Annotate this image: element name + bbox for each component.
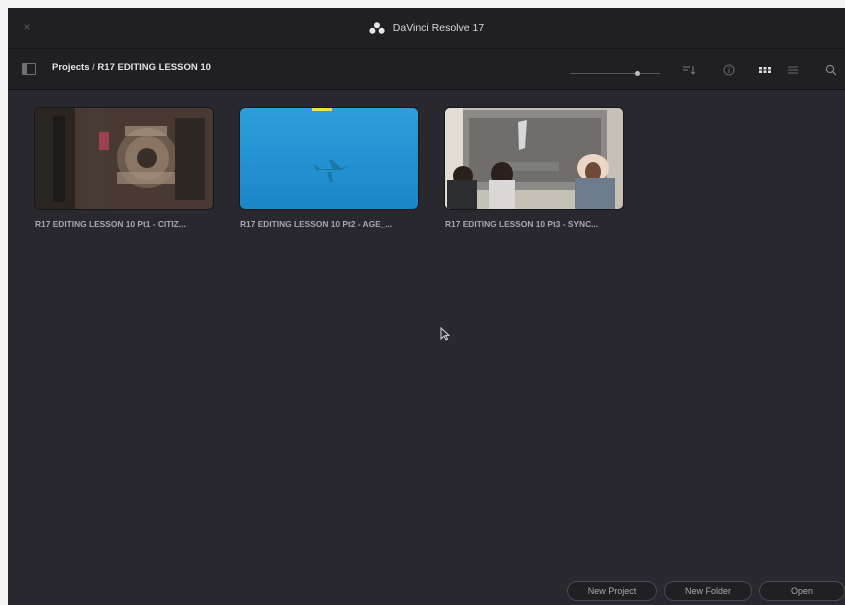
project-card[interactable]: R17 EDITING LESSON 10 Pt1 - CITIZ... (35, 108, 213, 229)
sort-icon[interactable] (682, 63, 696, 77)
thumbnail-zoom-slider[interactable] (570, 71, 660, 76)
grid-view-icon[interactable] (758, 63, 772, 77)
title-bar: × DaVinci Resolve 17 (8, 8, 845, 49)
resolve-logo-icon (369, 22, 385, 34)
toolbar: Projects / R17 EDITING LESSON 10 (8, 49, 845, 90)
info-icon[interactable] (722, 63, 736, 77)
window-title-area: DaVinci Resolve 17 (8, 8, 845, 48)
open-button[interactable]: Open (759, 581, 845, 601)
summit-thumbnail-image (445, 108, 623, 209)
project-thumbnail[interactable] (445, 108, 623, 209)
search-icon[interactable] (824, 63, 838, 77)
sky-plane-thumbnail-image (240, 108, 418, 209)
project-thumbnail[interactable] (240, 108, 418, 209)
window-title: DaVinci Resolve 17 (392, 22, 485, 34)
machinery-thumbnail-image (35, 108, 213, 209)
project-name: R17 EDITING LESSON 10 Pt3 - SYNC... (445, 219, 599, 229)
zoom-slider-thumb[interactable] (634, 71, 640, 76)
new-folder-button[interactable]: New Folder (664, 581, 752, 601)
mouse-cursor-icon (440, 327, 450, 341)
project-grid: R17 EDITING LESSON 10 Pt1 - CITIZ... R17… (8, 90, 845, 605)
new-project-button[interactable]: New Project (567, 581, 657, 601)
sidebar-toggle-icon[interactable] (22, 63, 36, 75)
project-name: R17 EDITING LESSON 10 Pt1 - CITIZ... (35, 219, 186, 229)
list-view-icon[interactable] (786, 63, 800, 77)
project-card[interactable]: R17 EDITING LESSON 10 Pt2 - AGE_... (240, 108, 418, 229)
project-card[interactable]: R17 EDITING LESSON 10 Pt3 - SYNC... (445, 108, 623, 229)
breadcrumb-root[interactable]: Projects (52, 62, 90, 73)
project-name: R17 EDITING LESSON 10 Pt2 - AGE_... (240, 219, 393, 229)
breadcrumb-current: R17 EDITING LESSON 10 (97, 62, 211, 73)
project-thumbnail[interactable] (35, 108, 213, 209)
breadcrumb: Projects / R17 EDITING LESSON 10 (52, 62, 211, 73)
bottom-button-bar: New Project New Folder Open (8, 581, 845, 605)
project-manager-window: × DaVinci Resolve 17 Projects / R17 EDIT… (8, 8, 845, 605)
